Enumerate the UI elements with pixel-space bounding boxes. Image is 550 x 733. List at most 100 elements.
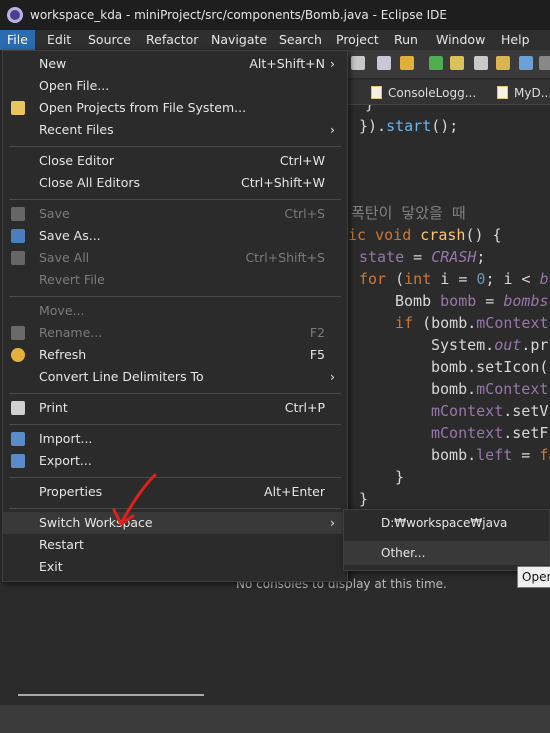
left-lower-panel: [0, 568, 230, 705]
code-line: mContext.setV: [431, 402, 549, 420]
save-icon: [11, 207, 25, 221]
menu-item-shortcut: Ctrl+P: [284, 400, 325, 415]
coverage-icon[interactable]: [429, 56, 443, 70]
pin-icon[interactable]: [351, 56, 365, 70]
import-icon: [11, 432, 25, 446]
menu-item-move[interactable]: Move...: [3, 300, 347, 322]
save-all-icon: [11, 251, 25, 265]
menu-source[interactable]: Source: [81, 30, 138, 50]
file-menu: New Alt+Shift+N › Open File... Open Proj…: [2, 50, 348, 582]
window-title: workspace_kda - miniProject/src/componen…: [30, 8, 447, 22]
menu-item-save-as[interactable]: Save As...: [3, 225, 347, 247]
menu-item-shortcut: Ctrl+Shift+W: [241, 175, 325, 190]
menu-item-save[interactable]: Save Ctrl+S: [3, 203, 347, 225]
export-icon: [11, 454, 25, 468]
menu-bar: File Edit Source Refactor Navigate Searc…: [0, 30, 550, 50]
submenu-arrow-icon: ›: [330, 369, 335, 384]
menu-item-shortcut: F2: [309, 325, 325, 340]
menu-item-label: Exit: [39, 559, 63, 574]
code-line: }: [365, 105, 374, 115]
menu-item-switch-workspace[interactable]: Switch Workspace ›: [3, 512, 347, 534]
menu-item-label: Import...: [39, 431, 93, 446]
menu-item-properties[interactable]: Properties Alt+Enter: [3, 481, 347, 503]
tab-label: MyD...: [514, 86, 550, 100]
menu-item-refresh[interactable]: Refresh F5: [3, 344, 347, 366]
menu-run[interactable]: Run: [387, 30, 425, 50]
tab-consolelogger[interactable]: ConsoleLogg...: [371, 83, 476, 103]
bookmark-icon[interactable]: [474, 56, 488, 70]
submenu-item-label: D:₩workspace₩java: [381, 516, 508, 530]
menu-item-open-file[interactable]: Open File...: [3, 75, 347, 97]
menu-item-close-editor[interactable]: Close Editor Ctrl+W: [3, 150, 347, 172]
menu-window[interactable]: Window: [429, 30, 492, 50]
menu-item-import[interactable]: Import...: [3, 428, 347, 450]
menu-item-label: Move...: [39, 303, 85, 318]
submenu-item-workspace-java[interactable]: D:₩workspace₩java: [344, 511, 549, 535]
tab-myd[interactable]: MyD...: [497, 83, 550, 103]
menu-item-convert-line-delimiters[interactable]: Convert Line Delimiters To ›: [3, 366, 347, 388]
print-icon: [11, 401, 25, 415]
menu-item-label: Restart: [39, 537, 84, 552]
menu-item-print[interactable]: Print Ctrl+P: [3, 397, 347, 419]
submenu-item-label: Other...: [381, 546, 426, 560]
menu-item-rename[interactable]: Rename... F2: [3, 322, 347, 344]
menu-separator: [9, 296, 341, 297]
menu-refactor[interactable]: Refactor: [139, 30, 205, 50]
save-as-icon: [11, 229, 25, 243]
code-line: if (bomb.mContext: [395, 314, 549, 332]
horizontal-scrollbar[interactable]: [18, 694, 204, 696]
menu-item-label: Close All Editors: [39, 175, 141, 190]
brush-icon[interactable]: [450, 56, 464, 70]
menu-item-label: New: [39, 56, 67, 71]
menu-item-shortcut: Ctrl+Shift+S: [245, 250, 325, 265]
menu-edit[interactable]: Edit: [40, 30, 78, 50]
refresh-icon: [11, 348, 25, 362]
menu-item-revert-file[interactable]: Revert File: [3, 269, 347, 291]
tab-label: ConsoleLogg...: [388, 86, 477, 100]
submenu-arrow-icon: ›: [330, 56, 335, 71]
menu-item-open-projects[interactable]: Open Projects from File System...: [3, 97, 347, 119]
menu-item-close-all-editors[interactable]: Close All Editors Ctrl+Shift+W: [3, 172, 347, 194]
task-icon[interactable]: [519, 56, 533, 70]
folder-icon: [11, 101, 25, 115]
menu-item-shortcut: Alt+Enter: [264, 484, 325, 499]
menu-help[interactable]: Help: [494, 30, 537, 50]
more-icon[interactable]: [539, 56, 550, 70]
menu-item-recent-files[interactable]: Recent Files ›: [3, 119, 347, 141]
java-file-icon: [371, 86, 382, 99]
toolbar: [347, 50, 550, 78]
code-line: for (int i = 0; i < b: [359, 270, 549, 288]
code-line: System.out.pr: [431, 336, 549, 354]
menu-separator: [9, 393, 341, 394]
menu-item-restart[interactable]: Restart: [3, 534, 347, 556]
open-type-icon[interactable]: [496, 56, 510, 70]
menu-item-label: Save As...: [39, 228, 101, 243]
menu-separator: [9, 146, 341, 147]
debug-icon[interactable]: [400, 56, 414, 70]
menu-file[interactable]: File: [0, 30, 35, 50]
menu-item-label: Close Editor: [39, 153, 115, 168]
code-line: lic void crash() {: [347, 226, 502, 244]
annotation-arrow-icon: [112, 473, 157, 526]
menu-item-label: Open File...: [39, 78, 110, 93]
submenu-item-other[interactable]: Other...: [344, 541, 549, 565]
code-line: bomb.mContext: [431, 380, 549, 398]
code-line: }: [395, 468, 405, 486]
menu-item-save-all[interactable]: Save All Ctrl+Shift+S: [3, 247, 347, 269]
menu-project[interactable]: Project: [329, 30, 386, 50]
next-annotation-icon[interactable]: [377, 56, 391, 70]
menu-item-shortcut: Alt+Shift+N: [249, 56, 325, 71]
menu-item-label: Print: [39, 400, 68, 415]
code-line: bomb.setIcon(: [431, 358, 549, 376]
menu-item-new[interactable]: New Alt+Shift+N ›: [3, 53, 347, 75]
code-line: mContext.setF: [431, 424, 549, 442]
menu-search[interactable]: Search: [272, 30, 329, 50]
menu-item-export[interactable]: Export...: [3, 450, 347, 472]
menu-item-label: Properties: [39, 484, 103, 499]
menu-item-label: Open Projects from File System...: [39, 100, 247, 115]
code-editor[interactable]: } }).start(); 폭탄이 닿았을 때 lic void crash()…: [347, 105, 550, 567]
menu-separator: [9, 199, 341, 200]
menu-navigate[interactable]: Navigate: [204, 30, 274, 50]
code-line: }).start();: [359, 117, 459, 135]
menu-item-exit[interactable]: Exit: [3, 556, 347, 578]
